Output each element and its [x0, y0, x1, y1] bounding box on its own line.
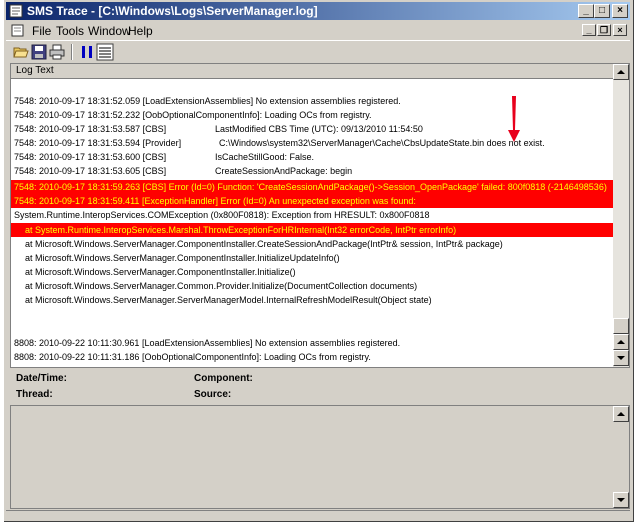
scroll-up-button[interactable] — [613, 64, 629, 80]
log-line[interactable]: 8808: 2010-09-22 10:11:31.186 [OobOption… — [11, 350, 614, 364]
log-line-text: at Microsoft.Windows.ServerManager.Compo… — [25, 267, 296, 277]
sms-trace-window: SMS Trace - [C:\Windows\Logs\ServerManag… — [4, 0, 634, 522]
log-line-text: 7548: 2010-09-17 18:31:59.263 [CBS] Erro… — [14, 182, 607, 192]
menu-tools[interactable]: Tools — [56, 24, 84, 38]
log-line[interactable] — [11, 321, 614, 335]
source-label: Source: — [194, 389, 232, 400]
title-bar[interactable]: SMS Trace - [C:\Windows\Logs\ServerManag… — [6, 2, 630, 20]
log-line-text: 8808: 2010-09-22 10:11:30.961 [LoadExten… — [14, 338, 401, 348]
log-line-text: 7548: 2010-09-17 18:31:53.587 [CBS] — [14, 124, 167, 134]
scroll-up-arrow-icon — [617, 412, 625, 416]
highlight-icon[interactable] — [96, 43, 114, 61]
log-line-text: at Microsoft.Windows.ServerManager.Serve… — [25, 295, 432, 305]
log-line[interactable]: at Microsoft.Windows.ServerManager.Compo… — [11, 265, 614, 279]
annotation-arrow-icon — [508, 96, 520, 142]
log-line[interactable]: 7548: 2010-09-17 18:31:53.605 [CBS] Creat… — [11, 164, 614, 178]
log-line[interactable]: 7548: 2010-09-17 18:31:53.587 [CBS] LastM… — [11, 122, 614, 136]
log-line-text: at Microsoft.Windows.ServerManager.Compo… — [25, 239, 503, 249]
menu-window[interactable]: Window — [88, 24, 131, 38]
log-line-text: at Microsoft.Windows.ServerManager.Compo… — [25, 253, 340, 263]
scroll-thumb[interactable] — [613, 318, 629, 334]
log-line-text: 7548: 2010-09-17 18:31:53.600 [CBS] — [14, 152, 167, 162]
log-lines[interactable]: 7548: 2010-09-17 18:31:52.059 [LoadExten… — [11, 79, 614, 367]
message-scroll-up-button[interactable] — [613, 406, 629, 422]
log-line-text: at System.Runtime.InteropServices.Marsha… — [25, 225, 457, 235]
log-text-column-header[interactable]: Log Text — [11, 64, 614, 79]
message-detail-pane[interactable] — [10, 405, 630, 509]
component-label: Component: — [194, 373, 253, 384]
log-line-text: 7548: 2010-09-17 18:31:53.605 [CBS] — [14, 166, 167, 176]
log-line[interactable]: 7548: 2010-09-17 18:31:52.059 [LoadExten… — [11, 94, 614, 108]
log-line-message: C:\Windows\system32\ServerManager\Cache\… — [219, 138, 545, 148]
log-line-message: LastModified CBS Time (UTC): 09/13/2010 … — [215, 124, 423, 134]
log-line[interactable]: 7548: 2010-09-17 18:31:53.594 [Provider]… — [11, 136, 614, 150]
scroll-down-arrow-icon — [617, 356, 625, 360]
log-line-text: 7548: 2010-09-17 18:31:52.059 [LoadExten… — [14, 96, 401, 106]
log-line[interactable] — [11, 307, 614, 321]
scroll-up-arrow-icon — [617, 70, 625, 74]
message-scroll-down-button[interactable] — [613, 492, 629, 508]
print-icon[interactable] — [48, 43, 66, 61]
log-line-error[interactable]: 7548: 2010-09-17 18:31:59.411 [Exception… — [11, 194, 614, 208]
log-line-text: System.Runtime.InteropServices.COMExcept… — [14, 210, 430, 220]
log-vertical-scrollbar[interactable] — [613, 64, 629, 367]
maximize-button[interactable]: □ — [594, 4, 610, 18]
scroll-up-arrow-icon — [617, 340, 625, 344]
open-folder-icon[interactable] — [12, 43, 30, 61]
scroll-down-button[interactable] — [613, 350, 629, 366]
detail-header: Date/Time: Component: Thread: Source: — [10, 370, 630, 405]
log-line[interactable]: at Microsoft.Windows.ServerManager.Compo… — [11, 237, 614, 251]
mdi-close-button[interactable]: × — [613, 24, 627, 36]
scroll-up-button-lower[interactable] — [613, 334, 629, 350]
message-vertical-scrollbar[interactable] — [613, 406, 629, 508]
log-line-error[interactable]: at System.Runtime.InteropServices.Marsha… — [11, 223, 614, 237]
date-time-label: Date/Time: — [16, 373, 67, 384]
log-line[interactable]: at Microsoft.Windows.ServerManager.Commo… — [11, 279, 614, 293]
menu-help[interactable]: Help — [128, 24, 153, 38]
log-line-text: 7548: 2010-09-17 18:31:59.411 [Exception… — [14, 196, 416, 206]
log-line[interactable]: at Microsoft.Windows.ServerManager.Serve… — [11, 293, 614, 307]
mdi-minimize-button[interactable]: _ — [582, 24, 596, 36]
log-line[interactable]: System.Runtime.InteropServices.COMExcept… — [11, 208, 614, 222]
app-icon — [9, 4, 23, 18]
log-line[interactable]: 8808: 2010-09-22 10:11:30.961 [LoadExten… — [11, 336, 614, 350]
mdi-restore-button[interactable]: ❐ — [597, 24, 611, 36]
log-line-message: IsCacheStillGood: False. — [215, 152, 315, 162]
document-icon[interactable] — [11, 24, 24, 37]
log-line-message: CreateSessionAndPackage: begin — [215, 166, 353, 176]
log-line-text: at Microsoft.Windows.ServerManager.Commo… — [25, 281, 418, 291]
log-line-text: 7548: 2010-09-17 18:31:52.232 [OobOption… — [14, 110, 372, 120]
log-line-text: 7548: 2010-09-17 18:31:53.594 [Provider] — [14, 138, 182, 148]
scroll-down-arrow-icon — [617, 498, 625, 502]
message-text[interactable] — [11, 406, 614, 508]
status-bar — [6, 510, 630, 521]
log-line-error[interactable]: 7548: 2010-09-17 18:31:59.263 [CBS] Erro… — [11, 180, 614, 194]
log-line-text: 8808: 2010-09-22 10:11:31.186 [OobOption… — [14, 352, 371, 362]
toolbar — [6, 40, 630, 62]
pause-icon[interactable] — [78, 43, 96, 61]
toolbar-separator — [71, 44, 73, 60]
thread-label: Thread: — [16, 389, 53, 400]
log-text-pane[interactable]: Log Text 7548: 2010-09-17 18:31:52.059 [… — [10, 63, 630, 368]
log-text-header-label: Log Text — [16, 65, 54, 76]
log-line[interactable]: 7548: 2010-09-17 18:31:53.600 [CBS] IsCac… — [11, 150, 614, 164]
menu-file[interactable]: File — [32, 24, 51, 38]
minimize-button[interactable]: _ — [578, 4, 594, 18]
window-title: SMS Trace - [C:\Windows\Logs\ServerManag… — [27, 4, 318, 18]
menu-bar: File Tools Window Help _ ❐ × — [6, 21, 630, 40]
log-line[interactable]: at Microsoft.Windows.ServerManager.Compo… — [11, 251, 614, 265]
close-button[interactable]: × — [612, 4, 628, 18]
log-line[interactable]: 7548: 2010-09-17 18:31:52.232 [OobOption… — [11, 108, 614, 122]
save-icon[interactable] — [30, 43, 48, 61]
